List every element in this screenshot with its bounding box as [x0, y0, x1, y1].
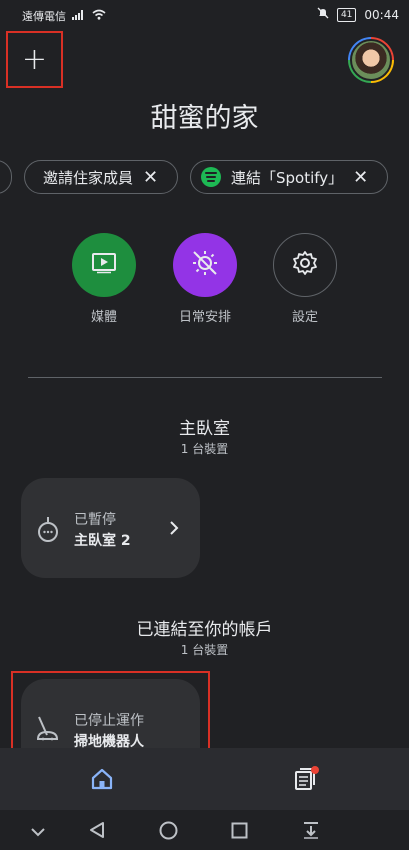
wifi-icon [92, 9, 106, 23]
routines-label: 日常安排 [178, 310, 231, 325]
media-label: 媒體 [90, 310, 117, 325]
media-icon [91, 252, 117, 278]
bottom-nav [0, 748, 409, 810]
home-circle-icon[interactable] [159, 821, 178, 844]
speaker-icon [37, 516, 59, 546]
device-card-speaker[interactable]: 已暫停 主臥室 2 [21, 478, 200, 578]
chip-offscreen[interactable] [0, 160, 12, 194]
chevron-down-icon[interactable] [30, 823, 46, 842]
close-icon[interactable]: ✕ [353, 167, 368, 188]
add-button[interactable]: + [6, 31, 63, 88]
device-name: 主臥室 2 [74, 533, 131, 549]
feed-tab-icon[interactable] [294, 766, 320, 796]
device-status: 已暫停 [74, 512, 116, 528]
divider [28, 377, 382, 378]
battery-icon: 41 [336, 7, 357, 22]
invite-members-chip[interactable]: 邀請住家成員 ✕ [24, 160, 178, 194]
highlight-box [11, 671, 210, 759]
avatar-photo [350, 39, 392, 81]
status-bar: 遠傳電信 41 00:44 [0, 0, 409, 30]
room-title: 主臥室 [179, 419, 230, 439]
settings-label: 設定 [291, 310, 318, 325]
linked-device-count: 1 台裝置 [180, 643, 229, 657]
spotify-icon [201, 167, 221, 187]
system-nav-bar [0, 810, 409, 850]
chip-label: 邀請住家成員 [43, 168, 134, 187]
signal-icon [72, 9, 86, 23]
room-device-count: 1 台裝置 [180, 442, 229, 456]
chip-label: 連結「Spotify」 [231, 168, 344, 187]
mute-icon [317, 7, 329, 22]
account-avatar[interactable] [348, 37, 394, 83]
close-icon[interactable]: ✕ [143, 167, 158, 188]
chevron-right-icon[interactable] [169, 520, 179, 539]
carrier-label: 遠傳電信 [22, 10, 66, 23]
connect-spotify-chip[interactable]: 連結「Spotify」 ✕ [190, 160, 388, 194]
clock: 00:44 [364, 7, 399, 22]
linked-section-title: 已連結至你的帳戶 [136, 620, 273, 640]
back-icon[interactable] [88, 821, 106, 843]
add-icon: + [21, 42, 48, 77]
home-title: 甜蜜的家 [150, 103, 259, 134]
notification-pulldown-icon[interactable] [302, 821, 320, 843]
gear-icon [292, 250, 318, 280]
settings-button[interactable] [273, 233, 337, 297]
routines-icon [191, 249, 219, 281]
recents-icon[interactable] [231, 822, 248, 843]
media-button[interactable] [72, 233, 136, 297]
home-tab-icon[interactable] [90, 767, 114, 795]
routines-button[interactable] [173, 233, 237, 297]
